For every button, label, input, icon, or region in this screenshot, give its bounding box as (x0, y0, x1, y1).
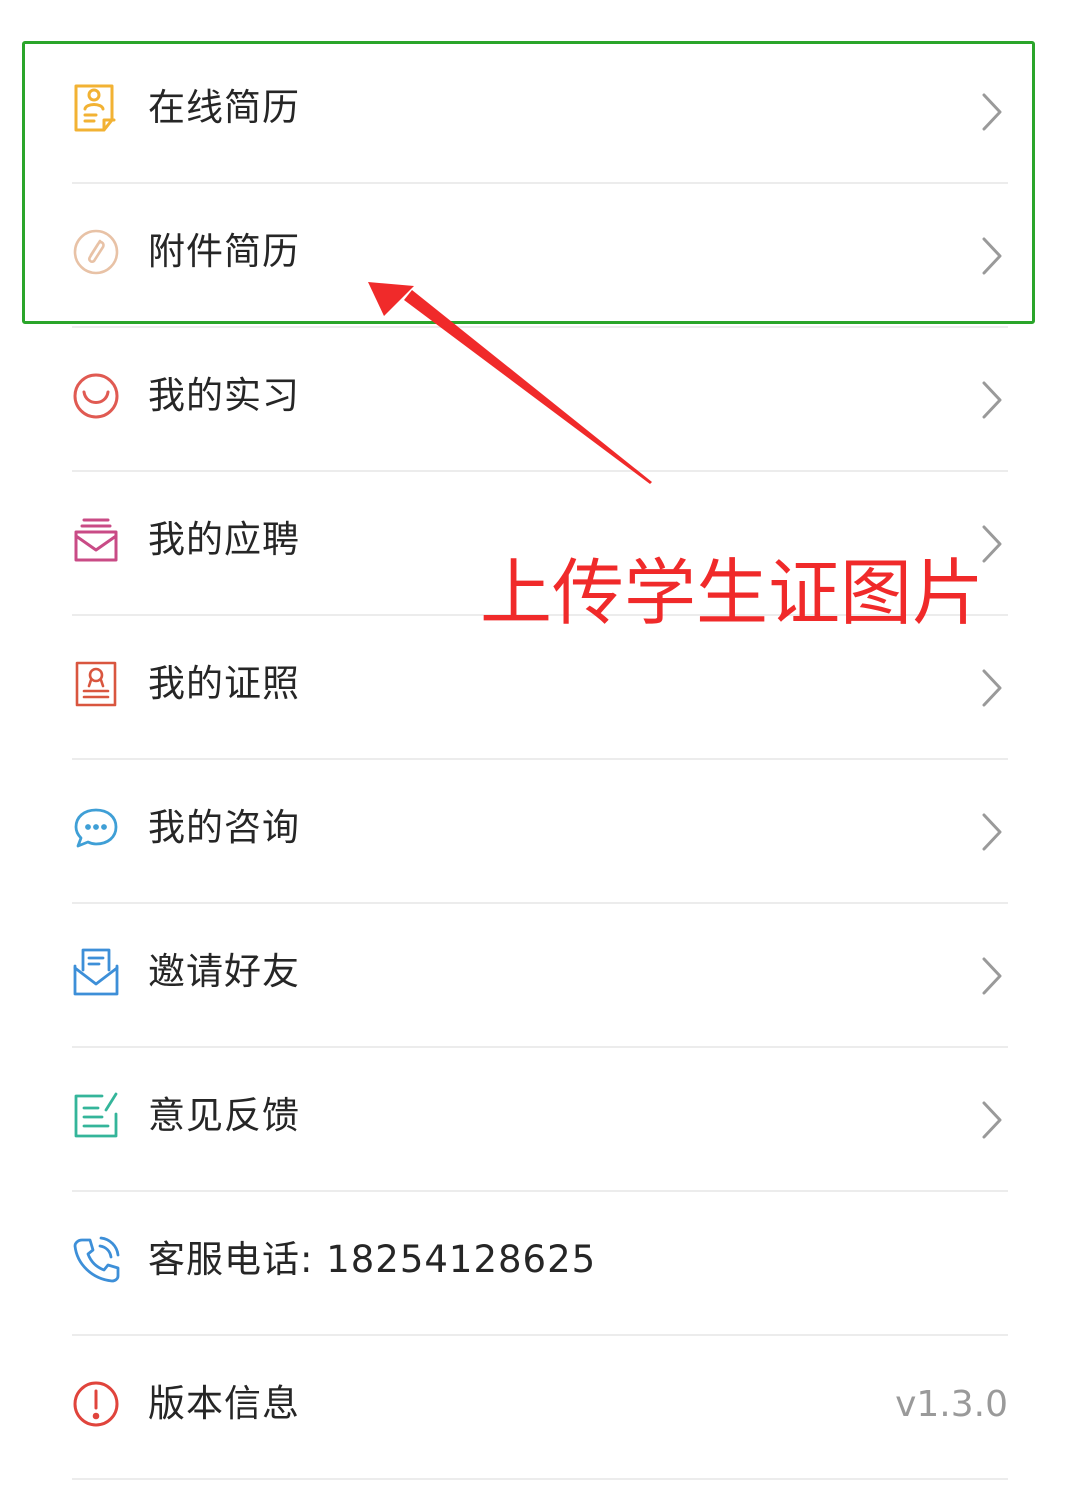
chevron-right-icon (980, 380, 1004, 420)
chevron-right-icon (980, 668, 1004, 708)
menu-item-attachment-resume[interactable]: 附件简历 (72, 184, 1008, 328)
chevron-right-icon (980, 1100, 1004, 1140)
menu-item-label: 我的证照 (148, 662, 300, 705)
menu-item-my-consultations[interactable]: 我的咨询 (72, 760, 1008, 904)
smile-icon (72, 370, 120, 422)
chevron-right-icon (980, 92, 1004, 132)
menu-item-online-resume[interactable]: 在线简历 (72, 40, 1008, 184)
menu-item-version-info[interactable]: 版本信息 v1.3.0 (72, 1336, 1008, 1480)
inbox-icon (72, 514, 120, 566)
envelope-icon (72, 946, 120, 998)
phone-icon (72, 1234, 120, 1286)
certificate-icon (72, 658, 120, 710)
menu-item-customer-service-phone[interactable]: 客服电话: 18254128625 (72, 1192, 1008, 1336)
menu-item-label: 附件简历 (148, 230, 300, 273)
menu-item-my-certificates[interactable]: 我的证照 (72, 616, 1008, 760)
chevron-right-icon (980, 812, 1004, 852)
menu-item-label: 我的应聘 (148, 518, 300, 561)
menu-item-my-internship[interactable]: 我的实习 (72, 328, 1008, 472)
chat-icon (72, 802, 120, 854)
info-icon (72, 1378, 120, 1430)
menu-item-label: 客服电话: 18254128625 (148, 1238, 597, 1281)
feedback-icon (72, 1090, 120, 1142)
menu-item-label: 我的咨询 (148, 806, 300, 849)
menu-item-label: 意见反馈 (148, 1094, 300, 1137)
version-number: v1.3.0 (895, 1384, 1008, 1425)
menu-item-label: 邀请好友 (148, 950, 300, 993)
menu-item-label: 我的实习 (148, 374, 300, 417)
paperclip-icon (72, 226, 120, 278)
resume-icon (72, 82, 120, 134)
chevron-right-icon (980, 236, 1004, 276)
annotation-text: 上传学生证图片 (480, 551, 985, 635)
menu-item-label: 版本信息 (148, 1382, 300, 1425)
menu-item-invite-friends[interactable]: 邀请好友 (72, 904, 1008, 1048)
menu-item-label: 在线简历 (148, 86, 300, 129)
chevron-right-icon (980, 956, 1004, 996)
menu-item-feedback[interactable]: 意见反馈 (72, 1048, 1008, 1192)
